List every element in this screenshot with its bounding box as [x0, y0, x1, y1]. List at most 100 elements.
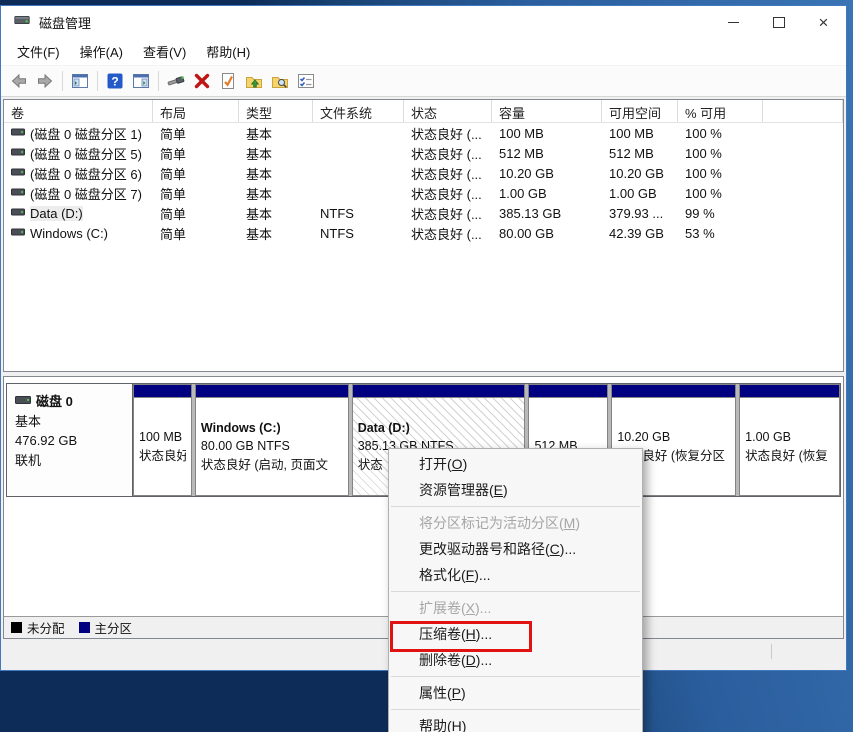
volume-label: Data (D:) — [30, 206, 83, 221]
menubar-item-file[interactable]: 文件(F) — [7, 38, 70, 65]
cell: 简单 — [153, 144, 239, 163]
volume-disk-icon — [11, 126, 25, 141]
menubar-item-action[interactable]: 操作(A) — [70, 38, 133, 65]
toolbar-disk-properties-icon[interactable] — [164, 69, 188, 93]
volume-list-panel: 卷布局类型文件系统状态容量可用空间% 可用 (磁盘 0 磁盘分区 1)简单基本状… — [3, 99, 844, 372]
cell: 53 % — [678, 226, 763, 241]
menu-item-shrink-volume[interactable]: 压缩卷(H)... — [389, 621, 642, 647]
table-row[interactable]: (磁盘 0 磁盘分区 7)简单基本状态良好 (...1.00 GB1.00 GB… — [4, 183, 843, 203]
menu-item-extend-volume: 扩展卷(X)... — [389, 595, 642, 621]
volume-cell: Data (D:) — [4, 206, 153, 221]
toolbar-console-tree-icon[interactable] — [68, 69, 92, 93]
disk-size: 476.92 GB — [15, 431, 132, 451]
partition-label: Windows (C:) — [201, 419, 343, 437]
toolbar-folder-search-icon[interactable] — [268, 69, 292, 93]
toolbar-help-icon[interactable]: ? — [103, 69, 127, 93]
table-row[interactable]: Windows (C:)简单基本NTFS状态良好 (...80.00 GB42.… — [4, 223, 843, 243]
primary-partition-bar — [529, 385, 607, 398]
disk0-info-box[interactable]: 磁盘 0 基本 476.92 GB 联机 — [7, 384, 133, 496]
primary-partition-bar — [196, 385, 348, 398]
toolbar-back-icon[interactable] — [7, 69, 31, 93]
cell: 379.93 ... — [602, 206, 678, 221]
column-header-3[interactable]: 类型 — [239, 100, 313, 122]
window-title: 磁盘管理 — [39, 13, 91, 32]
cell: 385.13 GB — [492, 206, 602, 221]
menu-item-open[interactable]: 打开(O) — [389, 451, 642, 477]
menu-item-change-drive-letter[interactable]: 更改驱动器号和路径(C)... — [389, 536, 642, 562]
cell: 状态良好 (... — [404, 164, 492, 183]
cell: 1.00 GB — [602, 186, 678, 201]
menu-item-explorer[interactable]: 资源管理器(E) — [389, 477, 642, 503]
table-row[interactable]: (磁盘 0 磁盘分区 6)简单基本状态良好 (...10.20 GB10.20 … — [4, 163, 843, 183]
column-header-6[interactable]: 容量 — [492, 100, 602, 122]
partition-c[interactable]: Windows (C:)80.00 GB NTFS状态良好 (启动, 页面文 — [195, 384, 349, 496]
partition-size: 80.00 GB NTFS — [201, 437, 343, 455]
partition-body: 1.00 GB状态良好 (恢复 — [740, 398, 839, 495]
column-header-2[interactable]: 布局 — [153, 100, 239, 122]
maximize-icon — [773, 17, 785, 28]
disk-icon — [15, 392, 31, 412]
legend-label: 主分区 — [95, 618, 133, 637]
toolbar-separator — [158, 71, 159, 91]
cell: 512 MB — [492, 146, 602, 161]
cell: 简单 — [153, 204, 239, 223]
table-row[interactable]: Data (D:)简单基本NTFS状态良好 (...385.13 GB379.9… — [4, 203, 843, 223]
column-header-7[interactable]: 可用空间 — [602, 100, 678, 122]
toolbar-checklist-icon[interactable] — [294, 69, 318, 93]
legend-label: 未分配 — [27, 618, 65, 637]
cell: 100 MB — [492, 126, 602, 141]
legend-color-swatch — [79, 622, 90, 633]
cell: 10.20 GB — [492, 166, 602, 181]
disk-name: 磁盘 0 — [36, 392, 73, 412]
close-icon: × — [819, 14, 829, 31]
menu-item-delete-volume[interactable]: 删除卷(D)... — [389, 647, 642, 673]
toolbar-separator — [62, 71, 63, 91]
column-header-5[interactable]: 状态 — [404, 100, 492, 122]
close-button[interactable]: × — [801, 6, 846, 38]
volume-disk-icon — [11, 146, 25, 161]
volume-cell: (磁盘 0 磁盘分区 6) — [4, 164, 153, 183]
partition-100mb[interactable]: 100 MB状态良好 — [133, 384, 192, 496]
volume-cell: (磁盘 0 磁盘分区 7) — [4, 184, 153, 203]
toolbar-check-document-icon[interactable] — [216, 69, 240, 93]
cell: 100 % — [678, 126, 763, 141]
partition-label: Data (D:) — [358, 419, 520, 437]
volume-label: Windows (C:) — [30, 226, 108, 241]
cell: 100 MB — [602, 126, 678, 141]
toolbar-separator — [97, 71, 98, 91]
cell: 100 % — [678, 186, 763, 201]
partition-body: Windows (C:)80.00 GB NTFS状态良好 (启动, 页面文 — [196, 398, 348, 495]
cell: 状态良好 (... — [404, 144, 492, 163]
menu-item-help[interactable]: 帮助(H) — [389, 713, 642, 732]
primary-partition-bar — [740, 385, 839, 398]
partition-status: 状态良好 (恢复 — [745, 447, 834, 465]
toolbar-delete-icon[interactable] — [190, 69, 214, 93]
disk-type: 基本 — [15, 412, 132, 432]
cell: 基本 — [239, 184, 313, 203]
partition-status: 状态良好 — [139, 447, 186, 465]
volume-disk-icon — [11, 186, 25, 201]
volume-disk-icon — [11, 226, 25, 241]
menu-item-format[interactable]: 格式化(F)... — [389, 562, 642, 588]
toolbar-forward-icon[interactable] — [33, 69, 57, 93]
menu-bar: 文件(F)操作(A)查看(V)帮助(H) — [1, 38, 846, 65]
maximize-button[interactable] — [756, 6, 801, 38]
toolbar-action-pane-icon[interactable] — [129, 69, 153, 93]
column-header-8[interactable]: % 可用 — [678, 100, 763, 122]
table-row[interactable]: (磁盘 0 磁盘分区 1)简单基本状态良好 (...100 MB100 MB10… — [4, 123, 843, 143]
table-row[interactable]: (磁盘 0 磁盘分区 5)简单基本状态良好 (...512 MB512 MB10… — [4, 143, 843, 163]
column-header-4[interactable]: 文件系统 — [313, 100, 404, 122]
column-header-1[interactable]: 卷 — [4, 100, 153, 122]
partition-1gb[interactable]: 1.00 GB状态良好 (恢复 — [739, 384, 840, 496]
menubar-item-help[interactable]: 帮助(H) — [196, 38, 260, 65]
menu-item-properties[interactable]: 属性(P) — [389, 680, 642, 706]
app-icon — [13, 11, 31, 34]
cell: 简单 — [153, 124, 239, 143]
toolbar-folder-up-icon[interactable] — [242, 69, 266, 93]
menubar-item-view[interactable]: 查看(V) — [133, 38, 196, 65]
cell: 基本 — [239, 144, 313, 163]
volume-table-header: 卷布局类型文件系统状态容量可用空间% 可用 — [4, 100, 843, 123]
volume-cell: Windows (C:) — [4, 226, 153, 241]
minimize-button[interactable] — [711, 6, 756, 38]
volume-disk-icon — [11, 166, 25, 181]
